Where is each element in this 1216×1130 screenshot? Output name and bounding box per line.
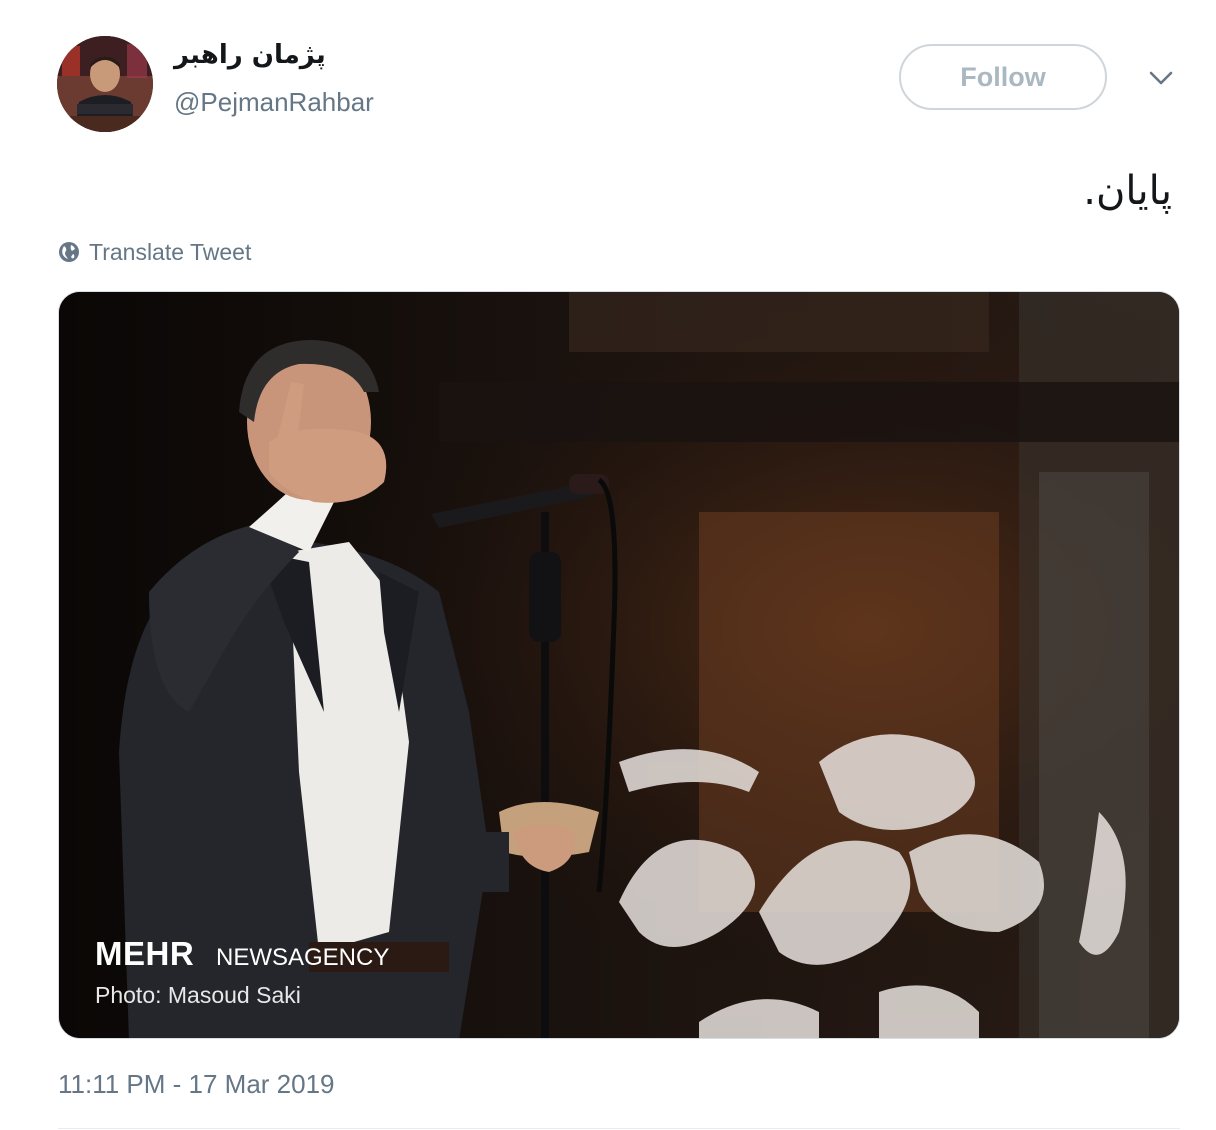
author-display-name[interactable]: پژمان راهبر — [174, 40, 334, 70]
translate-tweet-label: Translate Tweet — [89, 238, 252, 265]
user-avatar-image — [57, 36, 153, 132]
tweet-timestamp[interactable]: 11:11 PM - 17 Mar 2019 — [58, 1069, 335, 1100]
divider — [58, 1128, 1180, 1129]
watermark-brand: MEHR — [95, 935, 195, 972]
chevron-down-icon[interactable] — [1146, 66, 1176, 90]
event-photo-image — [59, 292, 1179, 1038]
globe-icon — [59, 242, 79, 262]
photo-credit: Photo: Masoud Saki — [95, 982, 301, 1008]
watermark-agency: NEWSAGENCY — [216, 944, 390, 971]
translate-tweet-link[interactable]: Translate Tweet — [58, 238, 251, 266]
author-handle[interactable]: @PejmanRahbar — [174, 87, 374, 118]
tweet-text: پایان. — [1083, 168, 1172, 214]
tweet-photo[interactable]: MEHR NEWSAGENCY Photo: Masoud Saki — [58, 291, 1180, 1039]
author-avatar[interactable] — [57, 36, 153, 132]
follow-button[interactable]: Follow — [899, 44, 1107, 110]
